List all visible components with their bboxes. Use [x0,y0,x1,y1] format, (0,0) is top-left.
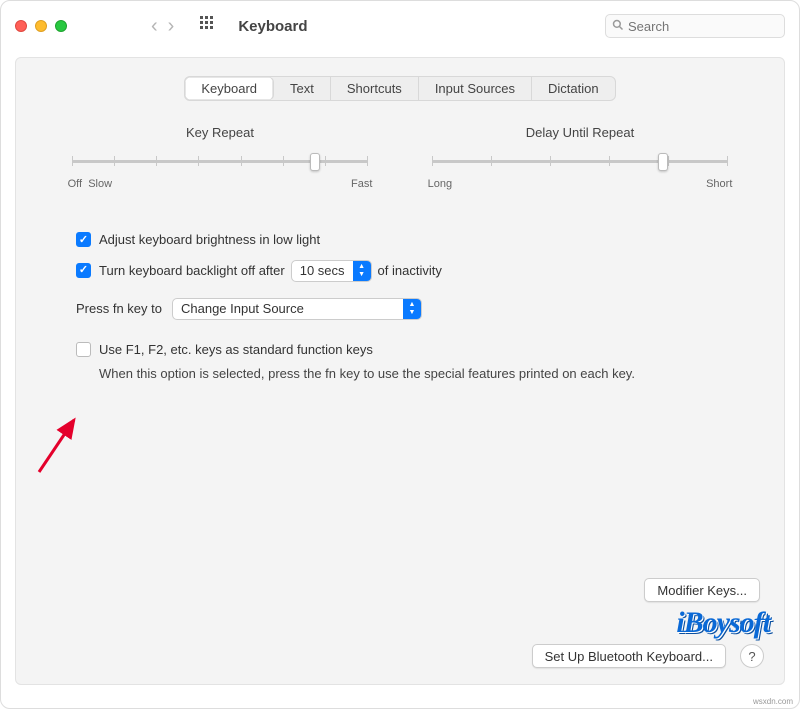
main-panel: Keyboard Text Shortcuts Input Sources Di… [15,57,785,685]
slider-knob[interactable] [310,153,320,171]
sliders-row: Key Repeat Off Slow Fast Delay Until Rep… [40,125,760,190]
tab-input-sources[interactable]: Input Sources [419,77,532,100]
backlight-timeout-value: 10 secs [300,261,353,281]
back-button[interactable]: ‹ [151,16,158,36]
standard-fn-checkbox[interactable] [76,342,91,357]
window-toolbar: ‹ › Keyboard [1,1,799,51]
window-title: Keyboard [238,18,307,35]
fn-key-value: Change Input Source [181,299,403,319]
delay-short-label: Short [706,178,732,190]
preferences-window: ‹ › Keyboard Keyboard Text Shortcuts In [0,0,800,709]
modifier-keys-button[interactable]: Modifier Keys... [644,578,760,602]
search-field[interactable] [605,14,785,38]
delay-repeat-slider[interactable] [432,150,729,172]
fn-key-select[interactable]: Change Input Source ▲▼ [172,298,422,320]
backlight-off-row: Turn keyboard backlight off after 10 sec… [76,260,744,282]
key-repeat-fast-label: Fast [351,178,372,190]
slider-knob[interactable] [658,153,668,171]
slider-ticks [432,156,729,166]
close-window-button[interactable] [15,20,27,32]
stepper-icon: ▲▼ [353,260,371,282]
branding-logo: iBoysoft [676,606,770,640]
tabs-container: Keyboard Text Shortcuts Input Sources Di… [40,76,760,101]
tab-dictation[interactable]: Dictation [532,77,615,100]
key-repeat-group: Key Repeat Off Slow Fast [62,125,379,190]
standard-fn-row: Use F1, F2, etc. keys as standard functi… [76,340,744,360]
tab-shortcuts[interactable]: Shortcuts [331,77,419,100]
options-block: Adjust keyboard brightness in low light … [76,230,744,383]
backlight-off-label-after: of inactivity [378,261,442,281]
key-repeat-label: Key Repeat [62,125,379,140]
delay-repeat-group: Delay Until Repeat Long Short [422,125,739,190]
backlight-off-label-before: Turn keyboard backlight off after [99,261,285,281]
key-repeat-off-label: Off [68,178,82,190]
tab-strip: Keyboard Text Shortcuts Input Sources Di… [184,76,615,101]
search-input[interactable] [628,19,778,34]
forward-button[interactable]: › [168,16,175,36]
nav-buttons: ‹ › [151,16,174,36]
bluetooth-keyboard-button[interactable]: Set Up Bluetooth Keyboard... [532,644,726,668]
adjust-brightness-label: Adjust keyboard brightness in low light [99,230,320,250]
help-button[interactable]: ? [740,644,764,668]
delay-long-label: Long [428,178,452,190]
tab-text[interactable]: Text [274,77,331,100]
adjust-brightness-checkbox[interactable] [76,232,91,247]
standard-fn-hint: When this option is selected, press the … [99,365,744,383]
adjust-brightness-row: Adjust keyboard brightness in low light [76,230,744,250]
watermark-text: wsxdn.com [753,697,793,706]
minimize-window-button[interactable] [35,20,47,32]
fn-key-row: Press fn key to Change Input Source ▲▼ [76,298,744,320]
zoom-window-button[interactable] [55,20,67,32]
slider-ticks [72,156,369,166]
backlight-off-checkbox[interactable] [76,263,91,278]
show-all-icon[interactable] [200,16,216,37]
traffic-lights [15,20,67,32]
delay-repeat-label: Delay Until Repeat [422,125,739,140]
search-icon [612,19,624,34]
key-repeat-slow-label: Slow [88,178,112,190]
backlight-timeout-select[interactable]: 10 secs ▲▼ [291,260,372,282]
annotation-arrow-icon [34,412,94,485]
fn-key-label: Press fn key to [76,299,162,319]
stepper-icon: ▲▼ [403,298,421,320]
standard-fn-label: Use F1, F2, etc. keys as standard functi… [99,340,373,360]
key-repeat-slider[interactable] [72,150,369,172]
tab-keyboard[interactable]: Keyboard [185,77,274,100]
